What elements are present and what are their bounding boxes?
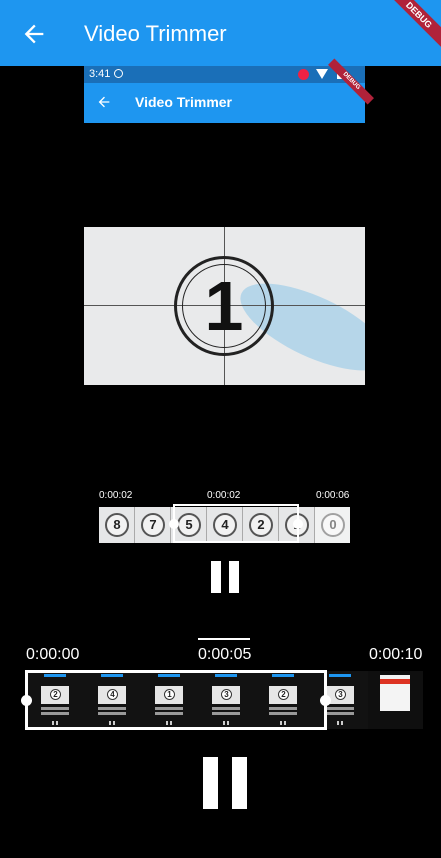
small-end-time: 0:00:06 <box>316 490 350 501</box>
countdown-digit: 1 <box>204 267 244 345</box>
record-icon <box>298 69 309 80</box>
inner-page-title: Video Trimmer <box>135 94 233 110</box>
thumbnail-frame: 8 <box>99 507 135 543</box>
frame-number: 3 <box>335 689 346 700</box>
frame-number: 7 <box>141 513 165 537</box>
small-current-time: 0:00:02 <box>207 490 241 501</box>
current-time: 0:00:05 <box>198 646 252 663</box>
small-trim-end-handle[interactable] <box>293 519 303 529</box>
inner-back-arrow-icon <box>98 96 110 108</box>
trim-end-handle[interactable] <box>320 695 331 706</box>
start-time: 0:00:00 <box>26 646 80 663</box>
pause-icon[interactable] <box>203 757 247 809</box>
playhead-indicator <box>198 638 250 640</box>
status-bar: 3:41 <box>84 66 365 83</box>
thumbnail-frame: 7 <box>135 507 171 543</box>
page-title: Video Trimmer <box>84 21 227 46</box>
signal-icon <box>316 69 328 79</box>
small-trim-selection[interactable] <box>169 504 303 543</box>
out-of-range-overlay <box>315 507 350 543</box>
frame-number: 8 <box>105 513 129 537</box>
video-preview[interactable]: 1 <box>84 227 365 385</box>
trim-selection[interactable] <box>21 670 331 730</box>
debug-banner: DEBUG <box>382 0 441 52</box>
small-pause-icon[interactable] <box>209 561 241 593</box>
location-icon <box>114 69 123 78</box>
thumbnail-frame <box>368 671 423 729</box>
status-time: 3:41 <box>89 68 111 80</box>
inner-app-bar: Video Trimmer <box>84 83 365 123</box>
app-bar: Video Trimmer DEBUG <box>0 0 441 66</box>
small-trim-start-handle[interactable] <box>169 519 179 529</box>
small-start-time: 0:00:02 <box>99 490 133 501</box>
end-time: 0:00:10 <box>369 646 423 663</box>
trim-start-handle[interactable] <box>21 695 32 706</box>
back-arrow-icon[interactable] <box>20 20 48 48</box>
